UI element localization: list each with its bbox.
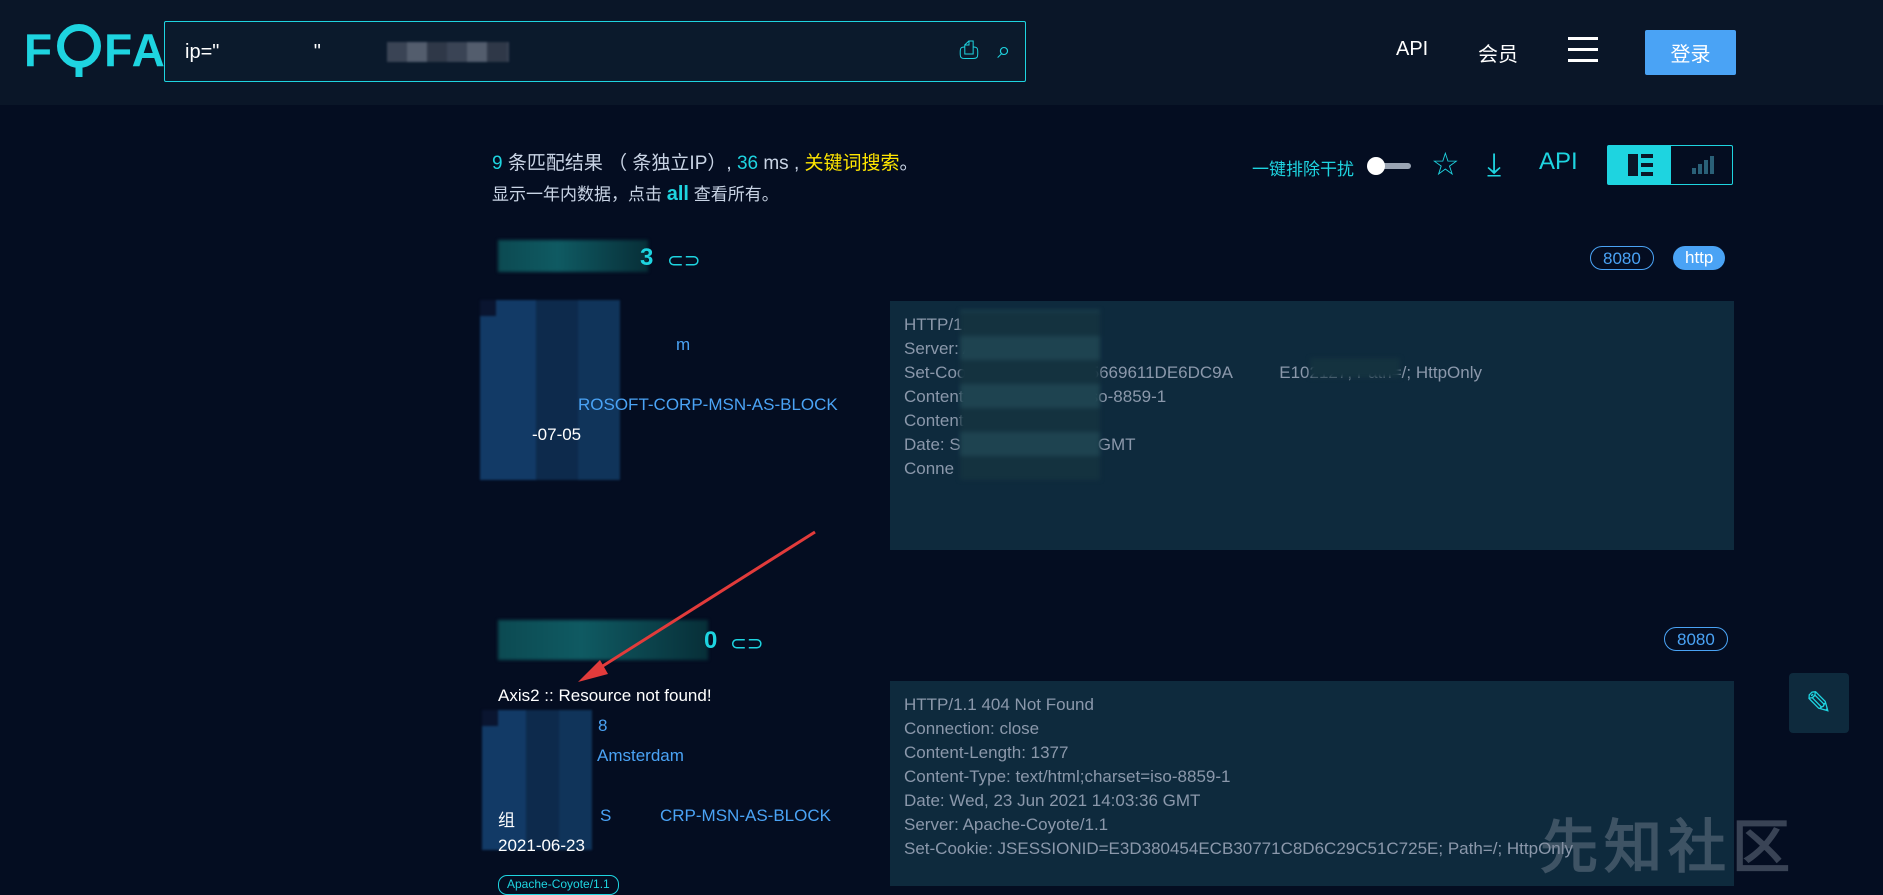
watermark-text: 先知社区 [1540,815,1797,880]
annotation-arrow [578,530,816,682]
edit-pen-icon[interactable]: ✎ [1789,673,1849,733]
